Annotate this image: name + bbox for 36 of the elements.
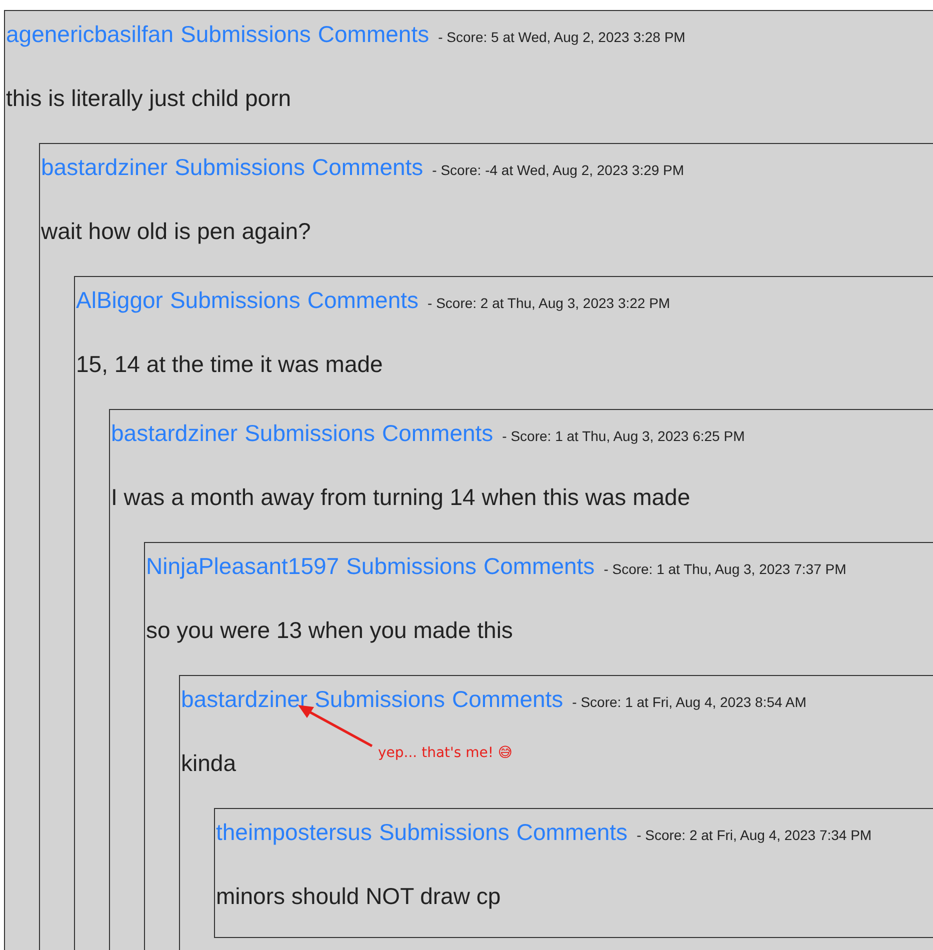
comment-meta: - Score: 1 at Fri, Aug 4, 2023 8:54 AM [572, 693, 806, 712]
username-link[interactable]: agenericbasilfan [6, 11, 174, 57]
comment-text: minors should NOT draw cp [216, 883, 501, 909]
username-link[interactable]: NinjaPleasant1597 [146, 543, 340, 589]
profile-link[interactable]: Comments [516, 809, 628, 855]
comment-text: kinda [181, 750, 236, 776]
username-link[interactable]: bastardziner [41, 144, 168, 190]
comment-text: this is literally just child porn [6, 85, 292, 111]
comment-meta: - Score: 5 at Wed, Aug 2, 2023 3:28 PM [438, 28, 686, 47]
profile-link[interactable]: Submissions [180, 11, 311, 57]
annotation-text: yep... that's me! 😅 [378, 745, 513, 761]
username-link[interactable]: bastardziner [181, 676, 308, 722]
profile-link[interactable]: Comments [382, 410, 494, 456]
username-link[interactable]: AlBiggor [76, 277, 163, 323]
comment-meta: - Score: 1 at Thu, Aug 3, 2023 7:37 PM [604, 560, 846, 579]
comment-text: 15, 14 at the time it was made [76, 351, 383, 377]
profile-link[interactable]: Submissions [244, 410, 375, 456]
profile-link[interactable]: Submissions [170, 277, 300, 323]
profile-link[interactable]: Submissions [346, 543, 476, 589]
comment-meta: - Score: 1 at Thu, Aug 3, 2023 6:25 PM [502, 427, 745, 446]
profile-link[interactable]: Comments [318, 11, 430, 57]
profile-link[interactable]: Comments [312, 144, 424, 190]
profile-link[interactable]: Submissions [378, 809, 510, 855]
comment-text: wait how old is pen again? [41, 218, 311, 244]
comment-meta: - Score: 2 at Fri, Aug 4, 2023 7:34 PM [636, 826, 872, 845]
username-link[interactable]: theimpostersus [216, 809, 372, 855]
username-link[interactable]: bastardziner [111, 410, 238, 456]
profile-link[interactable]: Submissions [314, 676, 445, 722]
profile-link[interactable]: Comments [483, 543, 595, 589]
comment-meta: - Score: -4 at Wed, Aug 2, 2023 3:29 PM [432, 161, 684, 180]
comment-meta: - Score: 2 at Thu, Aug 3, 2023 3:22 PM [428, 294, 670, 313]
profile-link[interactable]: Submissions [174, 144, 305, 190]
profile-link[interactable]: Comments [452, 676, 564, 722]
comment-text: so you were 13 when you made this [146, 617, 513, 643]
profile-link[interactable]: Comments [307, 277, 419, 323]
comment-text: I was a month away from turning 14 when this was made [111, 484, 690, 510]
